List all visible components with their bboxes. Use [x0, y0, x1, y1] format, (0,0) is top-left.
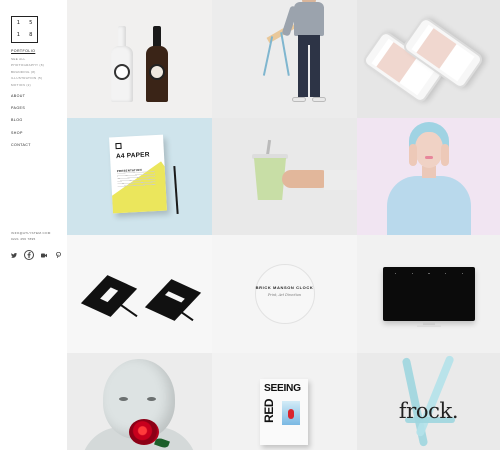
hand-image — [282, 170, 330, 188]
subnav-motion[interactable]: MOTION (2) — [11, 83, 65, 87]
portfolio-tile-portrait[interactable] — [357, 118, 500, 235]
contact-email[interactable]: INFO@ATLYSTEM.COM — [11, 231, 65, 235]
portrait-image — [387, 176, 471, 235]
black-book-image — [144, 279, 202, 321]
logo-char: 1 — [16, 19, 20, 26]
rose-image — [129, 419, 159, 445]
portfolio-tile-seeing-red[interactable]: SEEING RED — [212, 353, 357, 450]
portfolio-tile-books[interactable] — [67, 235, 212, 353]
contact-info: INFO@ATLYSTEM.COM 0221 456 7895 — [11, 231, 65, 244]
pinterest-icon[interactable] — [54, 251, 62, 259]
portfolio-subnav: SEE ALL PHOTOGRAPHY (8) BRANDING (8) ILL… — [11, 57, 65, 87]
seeing-red-book-image: SEEING RED — [260, 379, 308, 445]
portfolio-tile-monitor[interactable] — [357, 235, 500, 353]
monitor-image — [383, 267, 475, 321]
nav-contact[interactable]: CONTACT — [11, 144, 65, 148]
nav-pages[interactable]: PAGES — [11, 106, 65, 111]
portfolio-grid: A4 PAPER PRESENTATION BRICK MANSON CLOCK… — [67, 0, 500, 450]
social-links — [10, 250, 62, 260]
paper-logo-mark — [115, 142, 122, 150]
subnav-branding[interactable]: BRANDING (8) — [11, 70, 65, 74]
nav-portfolio[interactable]: PORTFOLIO — [11, 49, 65, 54]
contact-phone: 0221 456 7895 — [11, 237, 36, 242]
logo-char: 8 — [29, 32, 33, 38]
site-logo[interactable]: 1 5 1 8 — [11, 16, 38, 43]
portfolio-tile-phones[interactable] — [357, 0, 500, 118]
subnav-photography[interactable]: PHOTOGRAPHY (8) — [11, 63, 65, 67]
portfolio-tile-cup[interactable] — [212, 118, 357, 235]
subnav-illustration[interactable]: ILLUSTRATION (5) — [11, 76, 65, 80]
portfolio-tile-frock[interactable]: frock. — [357, 353, 500, 450]
frock-wordmark: frock. — [398, 399, 459, 423]
man-figure-image — [294, 2, 324, 36]
logo-char: 5 — [29, 19, 33, 26]
book-title-red: RED — [262, 399, 276, 423]
main-nav: PORTFOLIO SEE ALL PHOTOGRAPHY (8) BRANDI… — [11, 49, 65, 157]
twitter-icon[interactable] — [10, 251, 18, 259]
portfolio-tile-child-rose[interactable] — [67, 353, 212, 450]
portfolio-tile-bottles[interactable] — [67, 0, 212, 118]
paper-title: A4 PAPER — [115, 151, 150, 161]
nav-shop[interactable]: SHOP — [11, 131, 65, 136]
portfolio-tile-a4-paper[interactable]: A4 PAPER PRESENTATION — [67, 118, 212, 235]
sidebar: 1 5 1 8 PORTFOLIO SEE ALL PHOTOGRAPHY (8… — [0, 0, 67, 450]
pen-image — [173, 165, 179, 215]
portfolio-tile-chair-man[interactable] — [212, 0, 357, 118]
vimeo-icon[interactable] — [40, 251, 48, 259]
clock-project-category: Print, Art Direction — [267, 293, 302, 297]
portfolio-tile-clock[interactable]: BRICK MANSON CLOCK Print, Art Direction — [212, 235, 357, 353]
facebook-icon[interactable] — [24, 250, 34, 260]
beer-bottle-dark-image — [146, 26, 168, 102]
a4-paper-mockup: A4 PAPER PRESENTATION — [109, 134, 167, 214]
clock-project-title: BRICK MANSON CLOCK — [255, 285, 314, 290]
nav-blog[interactable]: BLOG — [11, 119, 65, 123]
beer-bottle-light-image — [111, 26, 133, 102]
subnav-see-all[interactable]: SEE ALL — [11, 57, 65, 61]
nav-about[interactable]: ABOUT — [11, 94, 65, 99]
logo-char: 1 — [16, 32, 20, 38]
book-title-seeing: SEEING — [264, 383, 301, 394]
